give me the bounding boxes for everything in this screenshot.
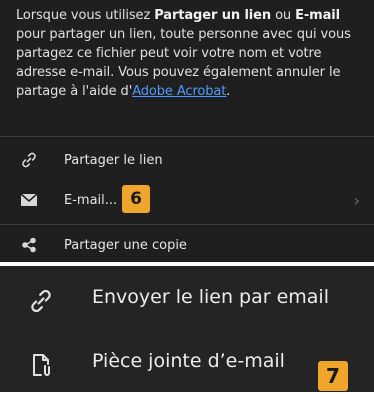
email-options-panel: Envoyer le lien par email Pièce jointe d… <box>0 266 374 392</box>
email-option[interactable]: E-mail... 6 › <box>0 180 374 220</box>
divider <box>0 224 374 225</box>
info-bold-email: E-mail <box>295 8 341 23</box>
info-text-4: . <box>226 84 231 99</box>
email-label: E-mail... <box>64 192 118 208</box>
step-badge: 7 <box>318 361 348 391</box>
link-icon <box>28 288 54 314</box>
link-icon <box>20 151 38 169</box>
share-icon <box>20 236 38 254</box>
share-link-option[interactable]: Partager le lien <box>0 140 374 180</box>
send-link-by-email-option[interactable]: Envoyer le lien par email <box>0 270 374 330</box>
info-text-1: Lorsque vous utilisez <box>16 8 155 23</box>
adobe-acrobat-link[interactable]: Adobe Acrobat <box>132 84 226 99</box>
share-info-text: Lorsque vous utilisez Partager un lien o… <box>16 6 360 101</box>
info-text-2: ou <box>271 8 296 23</box>
share-copy-label: Partager une copie <box>64 237 187 253</box>
divider <box>0 136 374 137</box>
step-badge: 6 <box>122 185 150 213</box>
share-copy-option[interactable]: Partager une copie <box>0 228 374 262</box>
attachment-file-icon <box>28 352 54 378</box>
share-sheet-panel: Lorsque vous utilisez Partager un lien o… <box>0 0 374 262</box>
send-link-by-email-label: Envoyer le lien par email <box>92 286 329 308</box>
email-attachment-label: Pièce jointe d’e-mail <box>92 350 285 372</box>
email-attachment-option[interactable]: Pièce jointe d’e-mail 7 <box>0 334 374 394</box>
info-bold-share-link: Partager un lien <box>154 8 272 23</box>
chevron-right-icon: › <box>353 190 360 210</box>
envelope-icon <box>20 191 38 209</box>
share-link-label: Partager le lien <box>64 152 163 168</box>
